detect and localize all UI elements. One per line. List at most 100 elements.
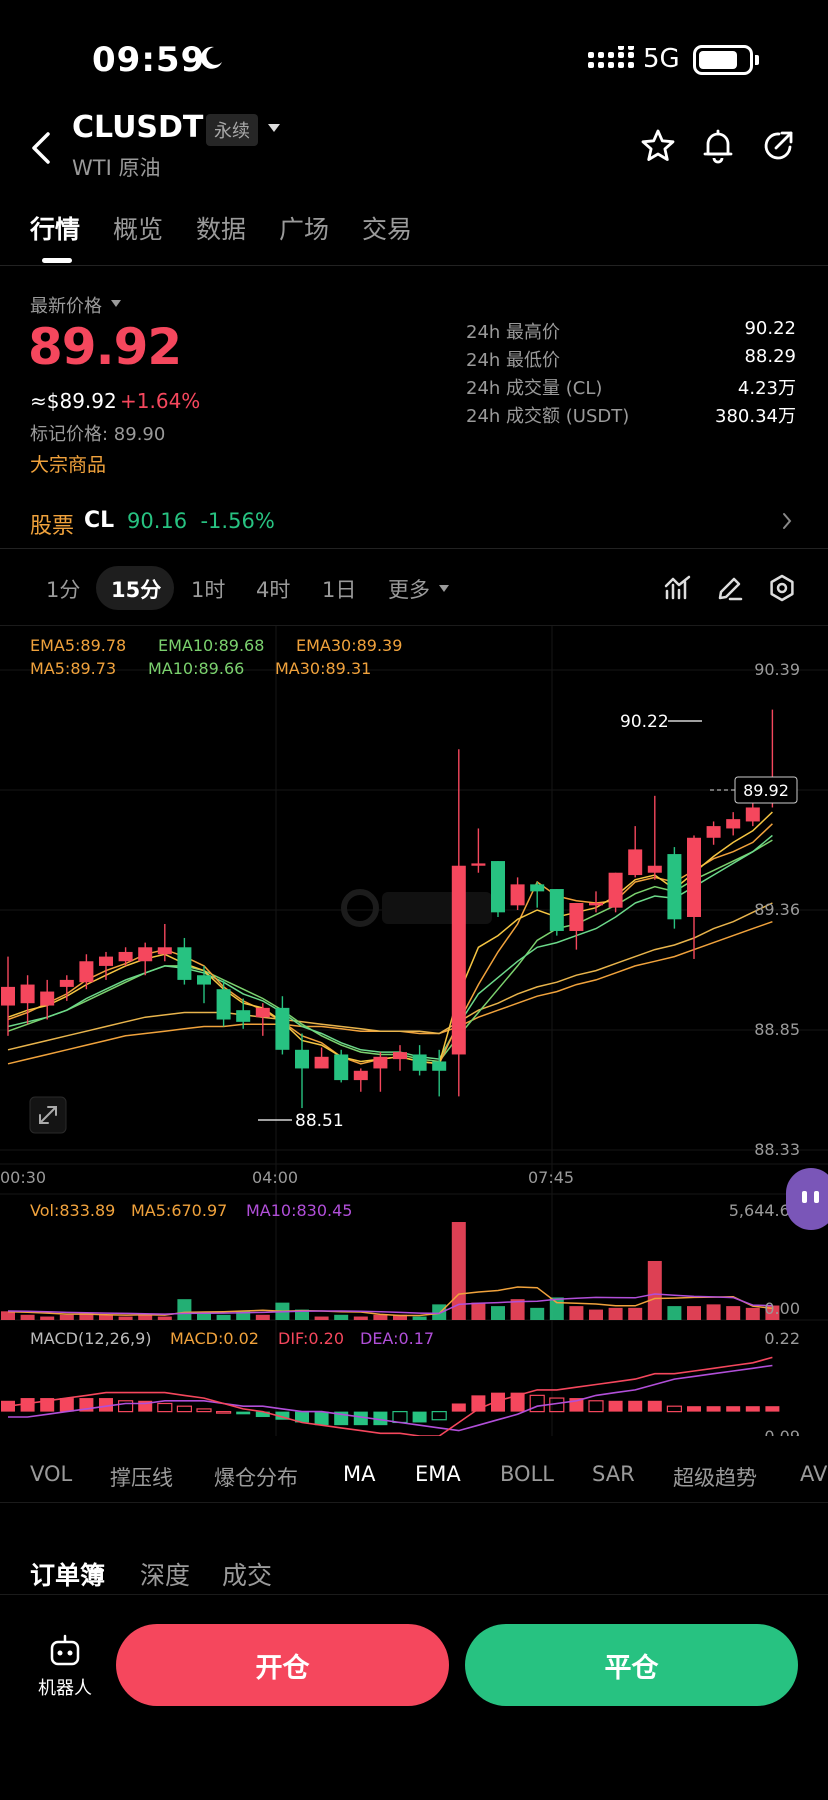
candle-body bbox=[275, 1007, 290, 1050]
macd-bar bbox=[666, 1405, 683, 1413]
macd-series bbox=[1, 1356, 780, 1436]
interval-4h[interactable]: 4时 bbox=[256, 574, 290, 604]
stat-label-volume: 24h 成交量 (CL) bbox=[466, 378, 603, 399]
stock-change: -1.56% bbox=[200, 509, 275, 533]
moon-icon bbox=[200, 46, 222, 69]
indicator-tab-supertrend[interactable]: 超级趋势 bbox=[673, 1462, 757, 1492]
chevron-down-icon[interactable] bbox=[268, 124, 280, 132]
candle-body bbox=[236, 1010, 251, 1022]
usd-price: ≈$89.92 bbox=[30, 389, 117, 413]
candle-body bbox=[334, 1054, 349, 1081]
commodity-tag[interactable]: 大宗商品 bbox=[30, 450, 106, 477]
candle-body bbox=[687, 837, 701, 917]
indicator-tab-support[interactable]: 撑压线 bbox=[110, 1462, 173, 1492]
price-chart[interactable]: EMA5:89.78 EMA10:89.68 EMA30:89.39 MA5:8… bbox=[0, 626, 828, 1436]
indicator-tab-ema[interactable]: EMA bbox=[415, 1462, 461, 1486]
close-position-button[interactable]: 平仓 bbox=[465, 1624, 798, 1706]
volume-bar bbox=[412, 1316, 427, 1320]
dea-value: DEA:0.17 bbox=[360, 1329, 434, 1348]
candle-body bbox=[412, 1054, 427, 1071]
settings-icon[interactable] bbox=[768, 574, 796, 602]
tab-trades[interactable]: 成交 bbox=[222, 1556, 272, 1592]
indicator-tab-boll[interactable]: BOLL bbox=[500, 1462, 554, 1486]
bell-icon[interactable] bbox=[700, 128, 736, 164]
volume-bar bbox=[255, 1314, 270, 1320]
stock-tag[interactable]: 股票 bbox=[30, 508, 74, 540]
legend-ema10: EMA10:89.68 bbox=[158, 636, 264, 655]
indicator-tab-ma[interactable]: MA bbox=[343, 1462, 375, 1486]
volume-bar bbox=[373, 1314, 388, 1320]
chevron-right-icon[interactable] bbox=[782, 512, 792, 530]
indicator-tab-av[interactable]: AV bbox=[800, 1462, 827, 1486]
share-icon[interactable] bbox=[760, 128, 796, 164]
candle-body bbox=[530, 884, 545, 892]
volume-bar bbox=[667, 1306, 682, 1320]
tab-overview[interactable]: 概览 bbox=[113, 210, 163, 246]
indicator-tab-vol[interactable]: VOL bbox=[30, 1462, 72, 1486]
stat-label-turnover: 24h 成交额 (USDT) bbox=[466, 406, 630, 427]
ma30-line bbox=[7, 920, 773, 1065]
volume-bar bbox=[589, 1309, 603, 1320]
macd-bar bbox=[216, 1411, 232, 1414]
macd-bar bbox=[392, 1411, 408, 1424]
last-price-label[interactable]: 最新价格 bbox=[30, 292, 102, 318]
moving-average-lines bbox=[7, 811, 773, 1065]
legend-ma10: MA10:89.66 bbox=[148, 659, 244, 678]
stat-value-volume: 4.23万 bbox=[737, 378, 796, 399]
candle-body bbox=[589, 903, 603, 906]
volume-bar bbox=[549, 1297, 564, 1320]
candle-body bbox=[255, 1007, 270, 1018]
open-position-button[interactable]: 开仓 bbox=[116, 1624, 449, 1706]
star-icon[interactable] bbox=[640, 128, 676, 164]
symbol-title[interactable]: CLUSDT bbox=[72, 110, 203, 145]
robot-icon[interactable] bbox=[48, 1634, 82, 1668]
candle-body bbox=[491, 861, 505, 913]
x-tick: 07:45 bbox=[528, 1168, 574, 1187]
interval-1d[interactable]: 1日 bbox=[322, 574, 356, 604]
stock-price[interactable]: 90.16 -1.56% bbox=[127, 509, 275, 533]
indicator-tab-sar[interactable]: SAR bbox=[592, 1462, 635, 1486]
candle-body bbox=[59, 979, 74, 987]
indicator-icon[interactable] bbox=[664, 574, 692, 602]
floating-assistant-handle[interactable] bbox=[786, 1168, 828, 1230]
volume-bar bbox=[157, 1316, 172, 1320]
tab-orderbook[interactable]: 订单簿 bbox=[30, 1556, 105, 1592]
volume-bar bbox=[530, 1307, 545, 1320]
interval-1m[interactable]: 1分 bbox=[46, 574, 80, 604]
tab-square[interactable]: 广场 bbox=[279, 210, 329, 246]
contract-type-badge[interactable]: 永续 bbox=[206, 114, 258, 146]
volume-bar bbox=[197, 1313, 211, 1320]
tab-data[interactable]: 数据 bbox=[196, 210, 246, 246]
interval-1h[interactable]: 1时 bbox=[191, 574, 225, 604]
indicator-tab-liquidation[interactable]: 爆仓分布 bbox=[214, 1462, 298, 1492]
macd-bar bbox=[745, 1406, 760, 1412]
robot-label[interactable]: 机器人 bbox=[38, 1674, 92, 1700]
interval-more[interactable]: 更多 bbox=[388, 574, 430, 604]
chevron-down-icon[interactable] bbox=[111, 300, 121, 307]
candle-body bbox=[216, 989, 231, 1020]
volume-bar bbox=[706, 1304, 721, 1320]
low-marker: 88.51 bbox=[258, 1111, 344, 1131]
chevron-down-icon[interactable] bbox=[439, 585, 449, 592]
candle-body bbox=[628, 849, 643, 876]
tab-depth[interactable]: 深度 bbox=[140, 1556, 190, 1592]
dif-line bbox=[7, 1356, 773, 1436]
macd-bar bbox=[608, 1400, 623, 1412]
expand-icon[interactable] bbox=[29, 1096, 67, 1134]
draw-pencil-icon[interactable] bbox=[716, 574, 744, 602]
candle-body bbox=[1, 986, 15, 1006]
y-tick: 90.39 bbox=[754, 660, 800, 679]
volume-bar bbox=[608, 1307, 623, 1320]
stat-label-low: 24h 最低价 bbox=[466, 350, 561, 371]
dea-line bbox=[8, 1364, 773, 1432]
interval-15m[interactable]: 15分 bbox=[111, 574, 161, 604]
divider bbox=[0, 265, 828, 266]
tab-market[interactable]: 行情 bbox=[30, 210, 80, 246]
macd-axis-max: 0.22 bbox=[764, 1329, 800, 1348]
candle-body bbox=[510, 884, 525, 906]
tab-trade[interactable]: 交易 bbox=[362, 210, 412, 246]
back-arrow-icon[interactable] bbox=[24, 128, 60, 168]
macd-bar bbox=[628, 1400, 643, 1412]
stock-code[interactable]: CL bbox=[84, 508, 114, 533]
macd-bar bbox=[196, 1408, 212, 1413]
